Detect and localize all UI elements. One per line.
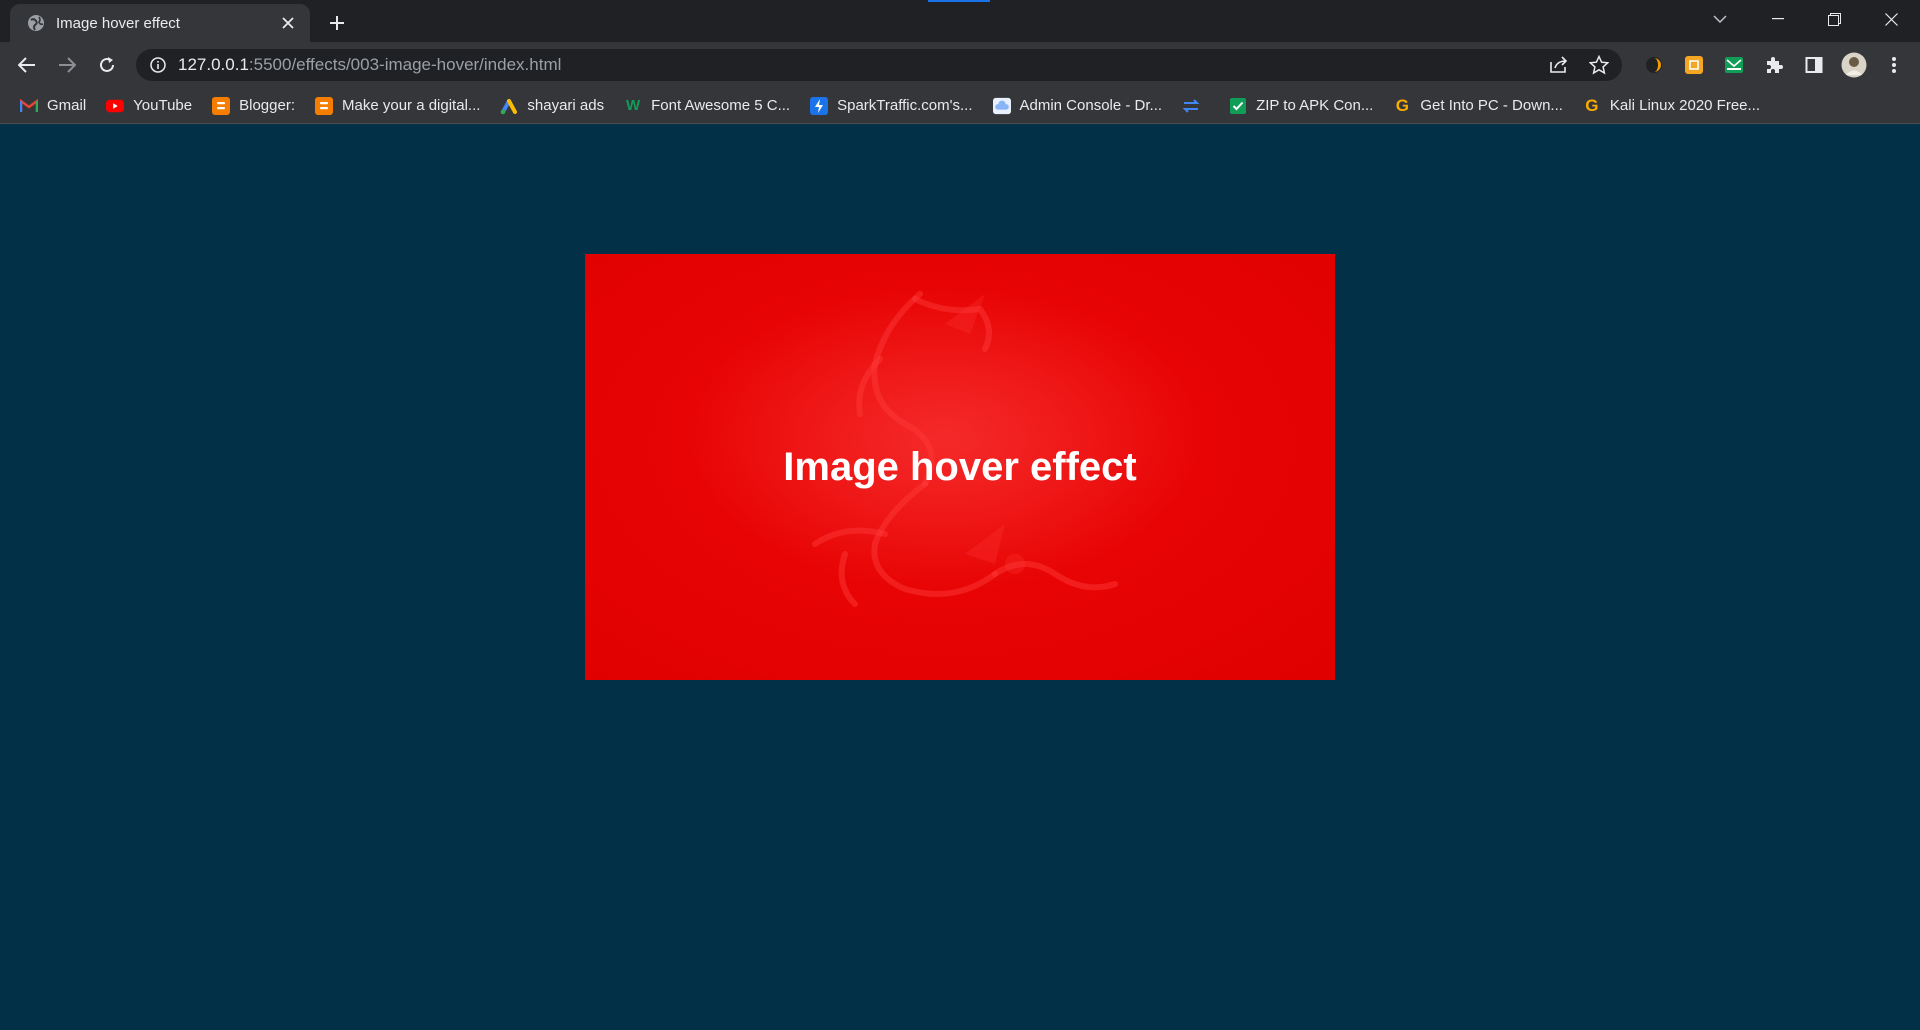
youtube-icon <box>106 97 125 115</box>
site-info-icon[interactable] <box>148 55 168 75</box>
url-host: 127.0.0.1 <box>178 55 249 74</box>
bookmark-label: Gmail <box>47 97 87 114</box>
card-heading: Image hover effect <box>783 444 1137 489</box>
tab-search-chevron-icon[interactable] <box>1700 0 1740 38</box>
url-path: :5500/effects/003-image-hover/index.html <box>248 55 562 74</box>
bookmark-youtube[interactable]: YouTube <box>100 92 200 120</box>
extension-moon-icon[interactable] <box>1640 51 1668 79</box>
g-icon: G <box>1395 95 1409 115</box>
bookmark-label: Make your a digital... <box>342 97 481 114</box>
bookmark-kali-linux[interactable]: G Kali Linux 2020 Free... <box>1577 92 1768 120</box>
close-window-icon[interactable] <box>1863 0 1920 38</box>
bookmark-label: shayari ads <box>527 97 605 114</box>
bookmark-label: ZIP to APK Con... <box>1256 97 1374 114</box>
bookmark-blogger[interactable]: Blogger: <box>206 92 303 120</box>
minimize-icon[interactable] <box>1749 0 1806 38</box>
extensions-puzzle-icon[interactable] <box>1760 51 1788 79</box>
bookmark-label: Blogger: <box>239 97 295 114</box>
bookmark-label: SparkTraffic.com's... <box>837 97 973 114</box>
image-hover-card[interactable]: Image hover effect <box>585 254 1335 680</box>
side-panel-icon[interactable] <box>1800 51 1828 79</box>
address-bar[interactable]: 127.0.0.1:5500/effects/003-image-hover/i… <box>136 49 1622 81</box>
bookmark-admin-console[interactable]: Admin Console - Dr... <box>987 92 1171 120</box>
window-controls <box>1749 0 1920 38</box>
transfer-icon <box>1182 97 1200 115</box>
extension-orange-box-icon[interactable] <box>1680 51 1708 79</box>
google-ads-icon <box>500 97 518 115</box>
browser-toolbar: 127.0.0.1:5500/effects/003-image-hover/i… <box>0 42 1920 88</box>
bookmark-sparktraffic[interactable]: SparkTraffic.com's... <box>804 92 980 120</box>
new-tab-plus-icon[interactable] <box>322 8 352 38</box>
bookmark-get-into-pc[interactable]: G Get Into PC - Down... <box>1387 92 1571 120</box>
bookmark-make-your-digital[interactable]: Make your a digital... <box>309 92 488 120</box>
globe-icon <box>26 13 46 33</box>
profile-avatar[interactable] <box>1840 51 1868 79</box>
forward-arrow-icon[interactable] <box>51 49 83 81</box>
active-tab[interactable]: Image hover effect <box>10 4 310 42</box>
gmail-icon <box>20 97 38 115</box>
bookmark-transfer[interactable] <box>1176 92 1217 120</box>
lightning-icon <box>810 96 829 115</box>
w-icon: W <box>626 97 641 114</box>
restore-icon[interactable] <box>1806 0 1863 38</box>
cloud-icon <box>992 97 1011 115</box>
extension-mail-icon[interactable] <box>1720 51 1748 79</box>
check-icon <box>1229 97 1247 115</box>
bookmark-label: Admin Console - Dr... <box>1019 97 1163 114</box>
bookmark-font-awesome[interactable]: W Font Awesome 5 C... <box>618 92 798 120</box>
blogger-icon <box>212 96 231 115</box>
bookmark-shayari-ads[interactable]: shayari ads <box>494 92 612 120</box>
bookmark-label: Font Awesome 5 C... <box>651 97 791 114</box>
g-icon: G <box>1585 95 1599 115</box>
tab-strip: Image hover effect <box>0 0 1920 42</box>
tab-close-icon[interactable] <box>276 11 300 35</box>
share-icon[interactable] <box>1548 54 1570 76</box>
reload-icon[interactable] <box>91 49 123 81</box>
bookmark-label: YouTube <box>133 97 193 114</box>
back-arrow-icon[interactable] <box>11 49 43 81</box>
bookmark-label: Kali Linux 2020 Free... <box>1609 97 1761 114</box>
bookmark-gmail[interactable]: Gmail <box>14 92 94 120</box>
bookmarks-bar: Gmail YouTube Blogger: Make your a digit… <box>0 88 1920 124</box>
chrome-menu-kebab-icon[interactable] <box>1880 51 1908 79</box>
url-text[interactable]: 127.0.0.1:5500/effects/003-image-hover/i… <box>178 55 561 75</box>
bookmark-zip-to-apk[interactable]: ZIP to APK Con... <box>1223 92 1381 120</box>
bookmark-star-icon[interactable] <box>1588 54 1610 76</box>
bookmark-label: Get Into PC - Down... <box>1420 97 1563 114</box>
blogger-icon <box>315 96 333 115</box>
tab-title: Image hover effect <box>56 14 180 32</box>
tab-strip-accent <box>928 0 990 2</box>
